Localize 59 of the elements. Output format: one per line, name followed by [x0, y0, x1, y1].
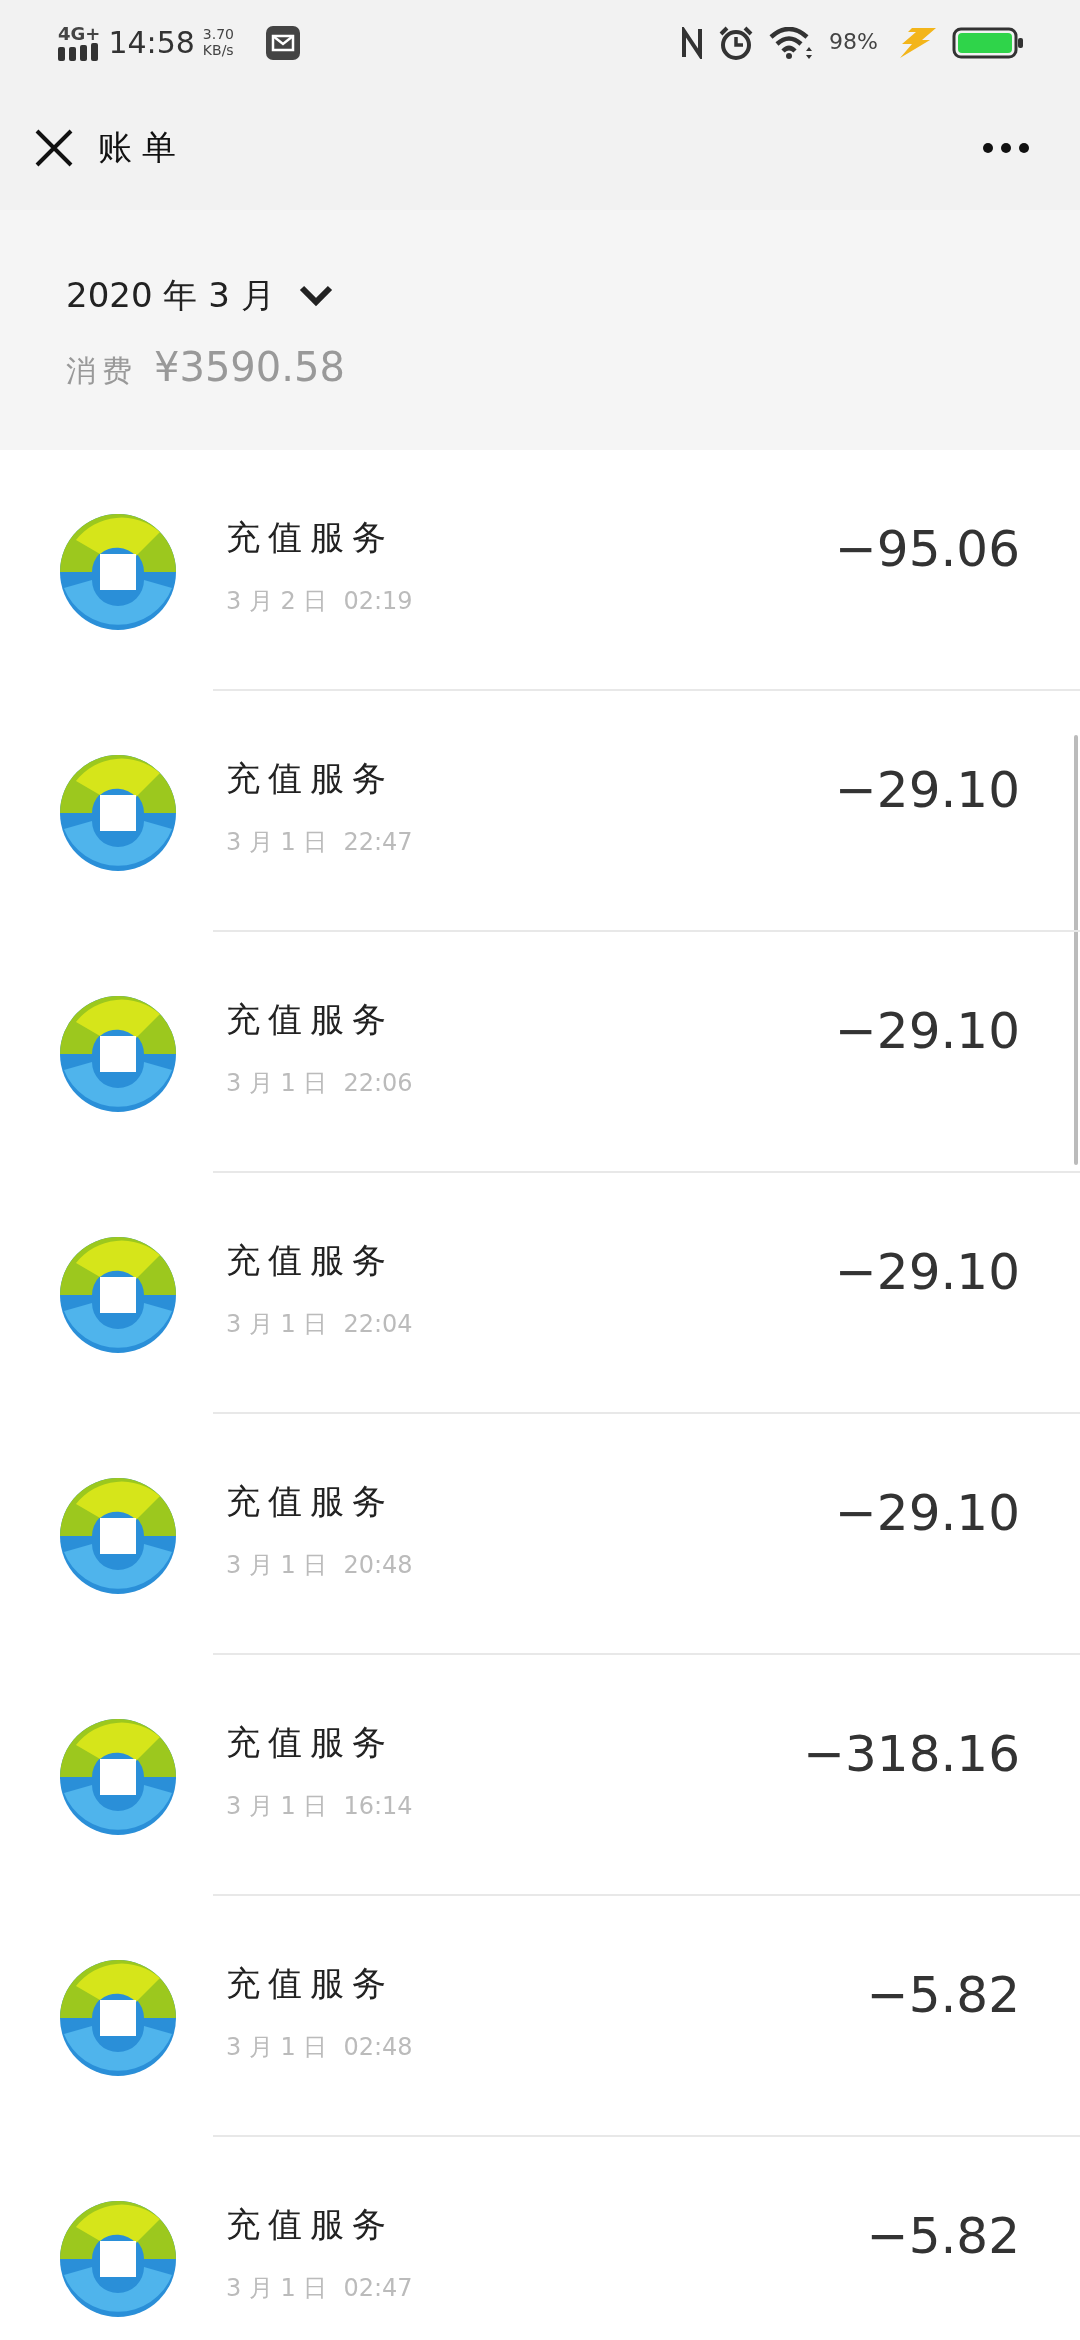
transaction-amount: −95.06 [834, 519, 1020, 580]
transaction-title: 充值服务 [226, 1721, 395, 1764]
spending-label: 消费 [66, 352, 138, 390]
transaction-date: 3 月 1 日 [226, 1309, 328, 1340]
wifi-icon [769, 26, 814, 59]
transaction-date: 3 月 1 日 [226, 827, 328, 858]
transaction-date: 3 月 2 日 [226, 586, 328, 617]
transaction-row[interactable]: 充值服务 3 月 1 日 16:14 −318.16 [0, 1655, 1080, 1896]
spending-total: ¥3590.58 [154, 343, 345, 392]
transaction-date: 3 月 1 日 [226, 1550, 328, 1581]
transaction-title: 充值服务 [226, 1239, 395, 1282]
alarm-clock-icon [719, 25, 754, 60]
month-selector[interactable]: 2020 年 3 月 [66, 270, 333, 321]
battery-icon [952, 26, 1024, 59]
transaction-row[interactable]: 充值服务 3 月 1 日 02:48 −5.82 [0, 1896, 1080, 2137]
transaction-title: 充值服务 [226, 998, 395, 1041]
transaction-amount: −29.10 [834, 1001, 1020, 1062]
battery-percent: 98% [829, 30, 878, 55]
transaction-title: 充值服务 [226, 516, 395, 559]
chevron-down-icon [298, 284, 333, 307]
transaction-time: 20:48 [343, 1550, 413, 1581]
transaction-date: 3 月 1 日 [226, 2273, 328, 2304]
transaction-time: 02:47 [343, 2273, 413, 2304]
clock-time: 14:58 [108, 24, 195, 62]
transaction-row[interactable]: 充值服务 3 月 1 日 20:48 −29.10 [0, 1414, 1080, 1655]
transaction-time: 22:47 [343, 827, 413, 858]
transaction-row[interactable]: 充值服务 3 月 1 日 22:04 −29.10 [0, 1173, 1080, 1414]
mail-icon [266, 25, 301, 60]
transaction-row[interactable]: 充值服务 3 月 2 日 02:19 −95.06 [0, 450, 1080, 691]
transaction-title: 充值服务 [226, 1962, 395, 2005]
transaction-amount: −5.82 [866, 2206, 1020, 2267]
transaction-row[interactable]: 充值服务 3 月 1 日 02:47 −5.82 [0, 2137, 1080, 2340]
transaction-date: 3 月 1 日 [226, 1791, 328, 1822]
transaction-time: 16:14 [343, 1791, 413, 1822]
transaction-title: 充值服务 [226, 2203, 395, 2246]
network-type-label: 4G+ [58, 23, 101, 44]
close-button[interactable] [34, 127, 74, 168]
transaction-title: 充值服务 [226, 757, 395, 800]
transaction-amount: −5.82 [866, 1965, 1020, 2026]
transaction-amount: −29.10 [834, 760, 1020, 821]
transaction-time: 02:19 [343, 586, 413, 617]
transaction-amount: −29.10 [834, 1483, 1020, 1544]
transaction-amount: −318.16 [803, 1724, 1020, 1785]
signal-icon [58, 43, 100, 62]
transaction-time: 02:48 [343, 2032, 413, 2063]
transaction-time: 22:04 [343, 1309, 413, 1340]
transaction-date: 3 月 1 日 [226, 2032, 328, 2063]
transaction-amount: −29.10 [834, 1242, 1020, 1303]
network-speed: 3.70 [202, 27, 235, 43]
transaction-row[interactable]: 充值服务 3 月 1 日 22:47 −29.10 [0, 691, 1080, 932]
transaction-title: 充值服务 [226, 1480, 395, 1523]
speed-unit: KB/s [202, 42, 235, 58]
close-icon [34, 127, 74, 168]
transaction-date: 3 月 1 日 [226, 1068, 328, 1099]
transaction-time: 22:06 [343, 1068, 413, 1099]
transaction-row[interactable]: 充值服务 3 月 1 日 22:06 −29.10 [0, 932, 1080, 1173]
nfc-icon [681, 26, 704, 59]
more-icon [982, 142, 1030, 154]
page-title: 账单 [98, 126, 186, 169]
